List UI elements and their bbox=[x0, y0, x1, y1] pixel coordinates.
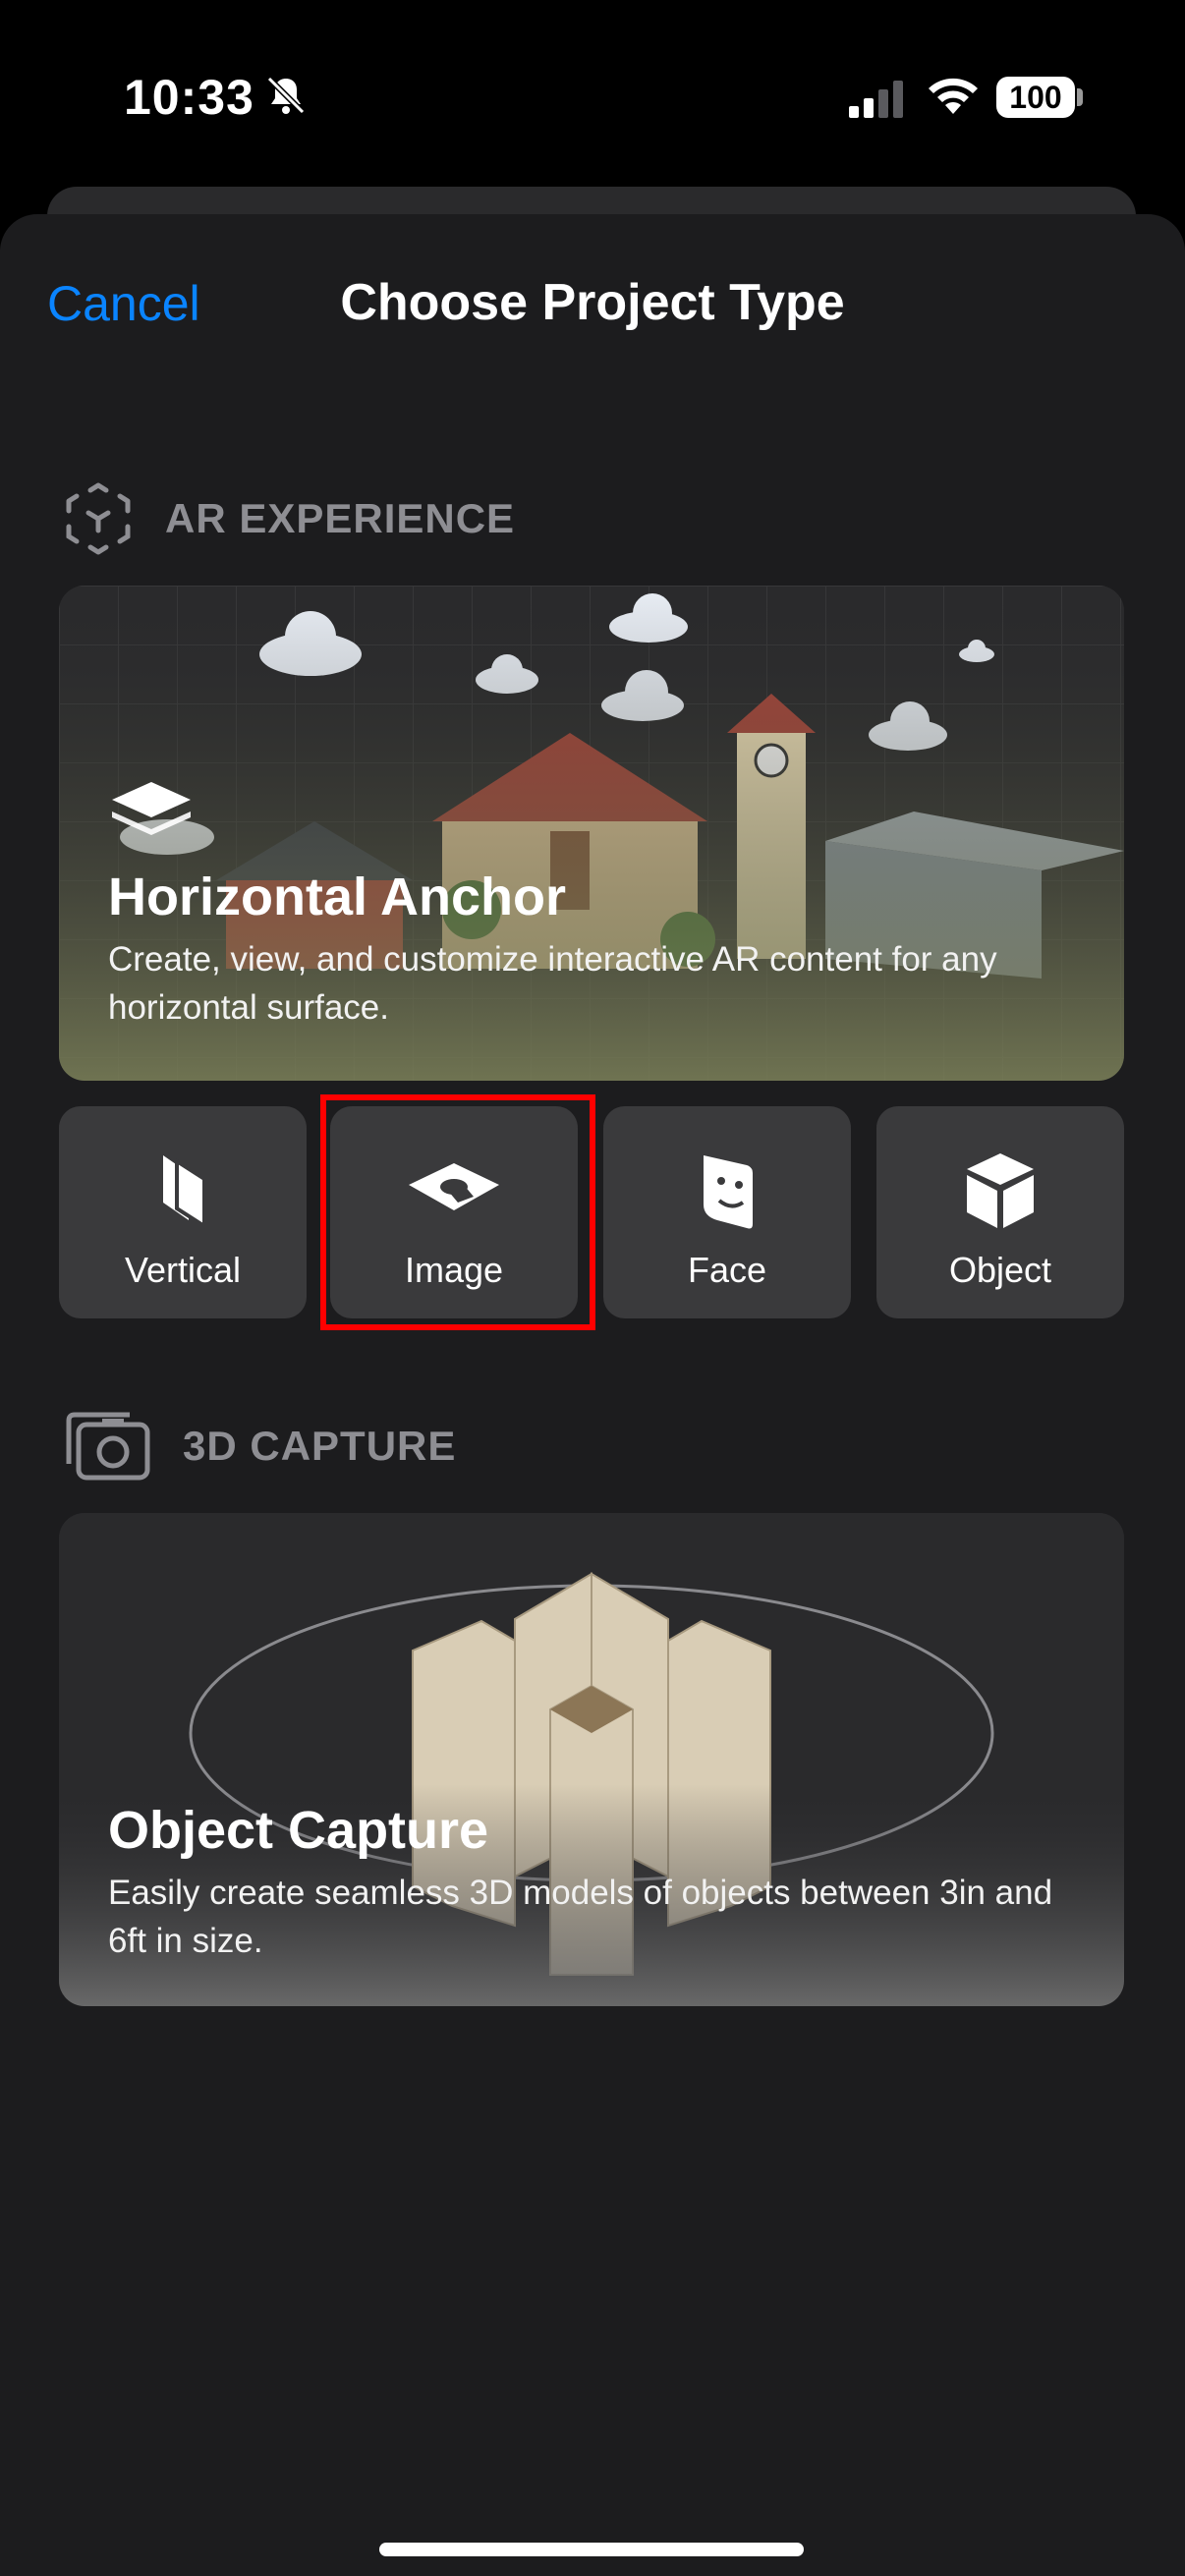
project-type-sheet bbox=[0, 214, 1185, 2576]
cellular-signal-icon bbox=[849, 81, 903, 118]
vertical-plane-icon bbox=[163, 1155, 206, 1230]
page-title: Choose Project Type bbox=[340, 274, 845, 331]
home-indicator[interactable] bbox=[379, 2543, 804, 2556]
camera-capture-icon bbox=[66, 1412, 150, 1481]
battery-nub bbox=[1077, 88, 1083, 106]
status-bar: 10:33 100 bbox=[0, 0, 1185, 187]
ar-section-header: AR EXPERIENCE bbox=[63, 481, 515, 556]
horizontal-anchor-title: Horizontal Anchor bbox=[108, 868, 566, 926]
ar-cube-icon bbox=[66, 482, 131, 555]
cube-icon bbox=[967, 1153, 1034, 1228]
horizontal-anchor-description: Create, view, and customize interactive … bbox=[108, 940, 997, 1027]
battery-indicator: 100 bbox=[996, 77, 1075, 118]
wifi-icon bbox=[929, 78, 978, 114]
ar-section-label: AR EXPERIENCE bbox=[165, 495, 516, 541]
capture-section-header: 3D CAPTURE bbox=[65, 1411, 456, 1482]
tile-face[interactable]: Face bbox=[603, 1106, 851, 1318]
status-time: 10:33 bbox=[124, 70, 254, 125]
tile-object[interactable]: Object bbox=[876, 1106, 1124, 1318]
capture-section-label: 3D CAPTURE bbox=[183, 1423, 457, 1469]
tile-vertical-label: Vertical bbox=[124, 1250, 242, 1290]
object-capture-card[interactable]: Object Capture Easily create seamless 3D… bbox=[59, 1513, 1124, 2006]
tile-vertical[interactable]: Vertical bbox=[59, 1106, 307, 1318]
horizontal-anchor-card[interactable]: Horizontal Anchor Create, view, and cust… bbox=[59, 586, 1124, 1081]
tile-face-label: Face bbox=[687, 1250, 767, 1290]
object-capture-description: Easily create seamless 3D models of obje… bbox=[108, 1874, 1053, 1960]
face-anchor-icon bbox=[704, 1155, 753, 1229]
bell-muted-icon bbox=[266, 76, 306, 115]
image-tile-highlight bbox=[320, 1094, 595, 1330]
tile-object-label: Object bbox=[948, 1250, 1052, 1290]
object-capture-title: Object Capture bbox=[108, 1801, 489, 1860]
